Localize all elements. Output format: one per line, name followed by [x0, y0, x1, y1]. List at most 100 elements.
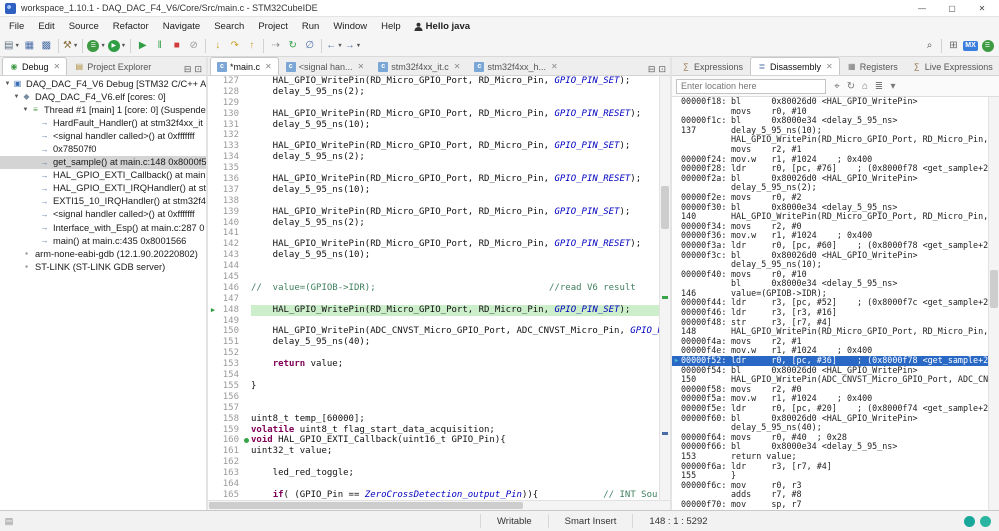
debug-tree-item[interactable]: ▪arm-none-eabi-gdb (12.1.90.20220802): [0, 247, 206, 260]
code-text[interactable]: [251, 348, 659, 359]
code-text[interactable]: HAL_GPIO_WritePin(RD_Micro_GPIO_Port, RD…: [251, 305, 659, 316]
debug-tree-item[interactable]: →HAL_GPIO_EXTI_IRQHandler() at stm: [0, 182, 206, 195]
code-text[interactable]: delay_5_95_ns(10);: [251, 120, 659, 131]
disassembly-vscrollbar[interactable]: [988, 97, 999, 510]
menu-item-source[interactable]: Source: [62, 21, 106, 32]
debug-tree-item[interactable]: →get_sample() at main.c:148 0x8000f5: [0, 156, 206, 169]
disassembly-line[interactable]: 00000f40:movs r0, #10: [672, 270, 988, 280]
disassembly-line[interactable]: 00000f54:bl 0x80026d0 <HAL_GPIO_WritePin…: [672, 366, 988, 376]
open-perspective-button[interactable]: ⊞: [945, 37, 962, 55]
search-button[interactable]: ⌕: [921, 37, 938, 55]
fold-marker-icon[interactable]: [242, 438, 251, 443]
menu-item-edit[interactable]: Edit: [31, 21, 61, 32]
code-text[interactable]: [251, 98, 659, 109]
code-text[interactable]: [251, 457, 659, 468]
location-input[interactable]: [676, 79, 826, 94]
tab-disassembly[interactable]: ≣Disassembly✕: [750, 57, 840, 75]
disassembly-line[interactable]: 00000f28:ldr r0, [pc, #76] ; (0x8000f78 …: [672, 164, 988, 174]
disassembly-line[interactable]: ▶00000f52:ldr r0, [pc, #36] ; (0x8000f78…: [672, 356, 988, 366]
view-menu-icon[interactable]: ▾: [886, 81, 900, 92]
menu-item-search[interactable]: Search: [207, 21, 251, 32]
disassembly-line[interactable]: 00000f18:bl 0x80026d0 <HAL_GPIO_WritePin…: [672, 97, 988, 107]
code-text[interactable]: [251, 392, 659, 403]
save-all-button[interactable]: ▩: [38, 37, 55, 55]
menu-item-navigate[interactable]: Navigate: [156, 21, 208, 32]
disassembly-line[interactable]: 00000f2a:bl 0x80026d0 <HAL_GPIO_WritePin…: [672, 174, 988, 184]
instruction-pointer-icon[interactable]: ▶: [208, 305, 218, 316]
maximize-button[interactable]: ▢: [937, 0, 967, 16]
disassembly-line[interactable]: 146value=(GPIOB->IDR);: [672, 289, 988, 299]
code-text[interactable]: [251, 479, 659, 490]
disassembly-line[interactable]: delay_5_95_ns(10);: [672, 260, 988, 270]
debug-tree-item[interactable]: →HardFault_Handler() at stm32f4xx_it: [0, 116, 206, 129]
debug-tree-item[interactable]: →main() at main.c:435 0x8001566: [0, 234, 206, 247]
close-button[interactable]: ✕: [967, 0, 997, 16]
suspend-button[interactable]: ‖: [151, 37, 168, 55]
show-source-icon[interactable]: ≣: [872, 81, 886, 92]
debug-tree-item[interactable]: ▪ST-LINK (ST-LINK GDB server): [0, 260, 206, 273]
disassembly-line[interactable]: 153return value;: [672, 452, 988, 462]
debug-tree-item[interactable]: →EXTI15_10_IRQHandler() at stm32f4x: [0, 195, 206, 208]
skip-all-breakpoints-button[interactable]: ∅: [301, 37, 318, 55]
save-button[interactable]: ▦: [21, 37, 38, 55]
close-tab-icon[interactable]: ✕: [265, 62, 272, 71]
menu-item-refactor[interactable]: Refactor: [106, 21, 156, 32]
disassembly-line[interactable]: 148HAL_GPIO_WritePin(RD_Micro_GPIO_Port,…: [672, 327, 988, 337]
code-text[interactable]: return value;: [251, 359, 659, 370]
expand-arrow-icon[interactable]: ▼: [21, 107, 30, 113]
menu-item-run[interactable]: Run: [295, 21, 326, 32]
tab-debug[interactable]: ◉Debug✕: [2, 57, 67, 75]
code-text[interactable]: HAL_GPIO_WritePin(ADC_CNVST_Micro_GPIO_P…: [251, 326, 659, 337]
editor-hscroll-thumb[interactable]: [209, 502, 523, 509]
code-text[interactable]: uint32_t value;: [251, 446, 659, 457]
code-text[interactable]: HAL_GPIO_WritePin(RD_Micro_GPIO_Port, RD…: [251, 109, 659, 120]
code-text[interactable]: }: [251, 381, 659, 392]
close-tab-icon[interactable]: ✕: [358, 62, 365, 71]
editor-hscrollbar[interactable]: [208, 500, 670, 510]
disassembly-line[interactable]: 00000f4a:movs r2, #1: [672, 337, 988, 347]
restart-button[interactable]: ↻: [284, 37, 301, 55]
status-left-icon[interactable]: ▤: [0, 516, 18, 527]
disassembly-line[interactable]: 00000f6c:mov r0, r3: [672, 481, 988, 491]
tab-live-expressions[interactable]: ∑Live Expressions: [905, 57, 999, 75]
disassembly-line[interactable]: 00000f66:bl 0x8000e34 <delay_5_95_ns>: [672, 442, 988, 452]
code-text[interactable]: [251, 316, 659, 327]
disassembly-line[interactable]: 00000f70:mov sp, r7: [672, 500, 988, 510]
debug-tree-item[interactable]: →0x78507f0: [0, 142, 206, 155]
user-menu[interactable]: Hello java: [408, 21, 476, 32]
step-over-button[interactable]: ↷: [226, 37, 243, 55]
disassembly-line[interactable]: 00000f46:ldr r3, [r3, #16]: [672, 308, 988, 318]
overview-marker[interactable]: [662, 432, 668, 435]
maximize-view-icon[interactable]: ⊡: [194, 64, 202, 75]
new-button[interactable]: ▤▼: [3, 37, 21, 55]
disassembly-line[interactable]: 00000f5a:mov.w r1, #1024 ; 0x400: [672, 394, 988, 404]
resume-button[interactable]: ▶: [134, 37, 151, 55]
debug-tree-item[interactable]: ▼▣DAQ_DAC_F4_V6 Debug [STM32 C/C++ Appl: [0, 77, 206, 90]
code-text[interactable]: [251, 370, 659, 381]
code-text[interactable]: HAL_GPIO_WritePin(RD_Micro_GPIO_Port, RD…: [251, 239, 659, 250]
sync-current-icon[interactable]: ⌖: [830, 81, 844, 92]
disassembly-listing[interactable]: 00000f18:bl 0x80026d0 <HAL_GPIO_WritePin…: [672, 97, 988, 510]
code-text[interactable]: delay_5_95_ns(2);: [251, 87, 659, 98]
disassembly-line[interactable]: 00000f3c:bl 0x80026d0 <HAL_GPIO_WritePin…: [672, 251, 988, 261]
debug-perspective-button[interactable]: ☰: [979, 37, 996, 55]
disassembly-line[interactable]: 00000f60:bl 0x80026d0 <HAL_GPIO_WritePin…: [672, 414, 988, 424]
tab-expressions[interactable]: ∑Expressions: [674, 57, 750, 75]
disassembly-line[interactable]: HAL_GPIO_WritePin(RD_Micro_GPIO_Port, RD…: [672, 135, 988, 145]
code-text[interactable]: // value=(GPIOB->IDR); //read V6 result: [251, 283, 659, 294]
code-text[interactable]: [251, 272, 659, 283]
minimize-view-icon[interactable]: ⊟: [648, 64, 656, 75]
expand-arrow-icon[interactable]: ▼: [3, 81, 12, 87]
minimize-button[interactable]: —: [907, 0, 937, 16]
code-text[interactable]: HAL_GPIO_WritePin(RD_Micro_GPIO_Port, RD…: [251, 207, 659, 218]
close-tab-icon[interactable]: ✕: [454, 62, 461, 71]
debug-tree-item[interactable]: →<signal handler called>() at 0xfffffff: [0, 129, 206, 142]
code-text[interactable]: HAL_GPIO_WritePin(RD_Micro_GPIO_Port, RD…: [251, 76, 659, 87]
code-text[interactable]: delay_5_95_ns(10);: [251, 185, 659, 196]
code-text[interactable]: delay_5_95_ns(40);: [251, 337, 659, 348]
build-button[interactable]: ⚒▼: [62, 37, 79, 55]
disassembly-line[interactable]: delay_5_95_ns(2);: [672, 183, 988, 193]
code-text[interactable]: [251, 261, 659, 272]
disassembly-line[interactable]: 00000f6a:ldr r3, [r7, #4]: [672, 462, 988, 472]
menu-item-project[interactable]: Project: [251, 21, 295, 32]
